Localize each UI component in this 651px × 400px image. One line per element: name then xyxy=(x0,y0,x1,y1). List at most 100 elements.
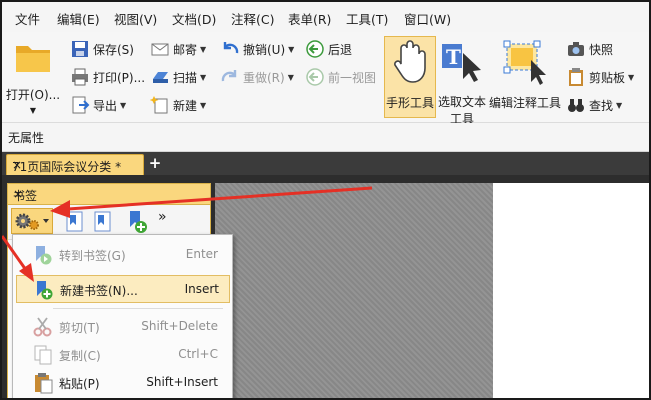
paste-icon xyxy=(35,373,53,394)
properties-bar: 无属性 xyxy=(2,123,649,152)
save-button[interactable]: 保存(S) xyxy=(70,39,134,59)
export-button[interactable]: 导出 ▼ xyxy=(70,95,126,115)
edit-annotation-tool-button[interactable]: 编辑注释工具 xyxy=(488,36,562,116)
bookmark-context-menu: 转到书签(G) Enter 新建书签(N)... Insert 剪切(T) Sh… xyxy=(12,234,233,398)
bookmark-panel-header: 书签 × xyxy=(8,184,210,205)
print-button[interactable]: 打印(P)... xyxy=(70,67,145,87)
export-icon xyxy=(72,96,90,114)
new-label: 新建 xyxy=(173,98,198,113)
menu-view[interactable]: 视图(V) xyxy=(114,9,157,28)
document-tab-strip: 71页国际会议分类 * × + xyxy=(2,152,649,176)
menu-item-label: 新建书签(N)... xyxy=(60,284,138,298)
document-page[interactable] xyxy=(493,183,649,398)
clipboard-label: 剪贴板 xyxy=(589,70,626,85)
clipboard-icon xyxy=(569,68,583,86)
email-label: 邮寄 xyxy=(173,42,198,57)
folder-icon xyxy=(16,46,50,72)
chevron-down-icon: ▼ xyxy=(616,100,623,110)
menu-item-label: 粘贴(P) xyxy=(59,377,100,391)
select-text-tool-button[interactable]: T 选取文本工具 xyxy=(436,36,488,126)
close-icon[interactable]: × xyxy=(13,187,205,201)
menu-form[interactable]: 表单(R) xyxy=(288,9,331,28)
menu-file[interactable]: 文件 xyxy=(15,9,40,28)
document-canvas[interactable] xyxy=(215,183,493,398)
chevron-down-icon: ▼ xyxy=(628,72,635,82)
previous-view-icon xyxy=(306,68,324,86)
snapshot-button[interactable]: 快照 xyxy=(566,39,613,59)
menu-item-label: 剪切(T) xyxy=(59,321,100,335)
export-label: 导出 xyxy=(93,98,118,113)
open-button[interactable]: 打开(O)... ▼ xyxy=(5,38,61,115)
print-label: 打印(P)... xyxy=(93,70,146,85)
snapshot-label: 快照 xyxy=(589,42,614,57)
clipboard-button[interactable]: 剪贴板 ▼ xyxy=(566,67,634,87)
hand-tool-label: 手形工具 xyxy=(385,96,434,110)
new-tab-plus-icon[interactable]: + xyxy=(148,156,162,171)
redo-label: 重做(R) xyxy=(243,70,285,85)
properties-label: 无属性 xyxy=(8,131,45,145)
add-bookmark-icon[interactable] xyxy=(126,209,150,235)
menu-comment[interactable]: 注释(C) xyxy=(231,9,274,28)
copy-icon xyxy=(34,345,52,365)
chevron-down-icon: ▼ xyxy=(200,44,207,54)
menu-edit[interactable]: 编辑(E) xyxy=(57,9,100,28)
menu-item-paste[interactable]: 粘贴(P) Shift+Insert xyxy=(16,369,228,395)
select-text-tool-label: 选取文本工具 xyxy=(437,95,486,126)
save-label: 保存(S) xyxy=(93,42,134,57)
back-button[interactable]: 后退 xyxy=(305,39,352,59)
menu-document[interactable]: 文档(D) xyxy=(172,9,216,28)
menu-item-label: 复制(C) xyxy=(59,349,101,363)
menu-item-cut[interactable]: 剪切(T) Shift+Delete xyxy=(16,313,228,339)
scanner-icon xyxy=(153,72,168,83)
menu-item-shortcut: Insert xyxy=(184,282,219,296)
document-tab[interactable]: 71页国际会议分类 * × xyxy=(6,154,144,176)
back-label: 后退 xyxy=(328,42,353,57)
previous-view-button[interactable]: 前一视图 xyxy=(305,67,376,87)
email-button[interactable]: 邮寄 ▼ xyxy=(150,39,206,59)
find-label: 查找 xyxy=(589,98,614,113)
bookmark-options-button[interactable] xyxy=(11,208,53,234)
scan-label: 扫描 xyxy=(173,70,198,85)
chevron-down-icon: ▼ xyxy=(120,100,127,110)
new-document-icon xyxy=(150,96,168,114)
annotation-select-icon xyxy=(503,40,546,85)
menu-item-shortcut: Shift+Delete xyxy=(141,319,218,333)
menu-item-label: 转到书签(G) xyxy=(59,249,126,263)
undo-button[interactable]: 撤销(U) ▼ xyxy=(220,39,294,59)
bookmark-collapse-icon[interactable] xyxy=(92,210,114,234)
menu-item-copy[interactable]: 复制(C) Ctrl+C xyxy=(16,341,228,367)
menu-item-goto-bookmark[interactable]: 转到书签(G) Enter xyxy=(16,241,228,267)
new-bookmark-icon xyxy=(37,281,53,300)
chevron-down-icon: ▼ xyxy=(200,100,207,110)
envelope-icon xyxy=(151,43,169,56)
menu-separator xyxy=(53,308,223,309)
printer-icon xyxy=(72,68,88,86)
text-cursor-icon: T xyxy=(442,44,481,82)
menu-tools[interactable]: 工具(T) xyxy=(346,9,388,28)
save-icon xyxy=(72,41,88,57)
edit-annotation-tool-label: 编辑注释工具 xyxy=(488,96,561,110)
goto-bookmark-icon xyxy=(36,246,52,265)
menu-item-shortcut: Enter xyxy=(185,247,218,261)
chevron-down-icon: ▼ xyxy=(29,106,37,115)
menu-item-shortcut: Ctrl+C xyxy=(178,347,218,361)
more-options-icon[interactable]: » xyxy=(158,209,167,225)
new-button[interactable]: 新建 ▼ xyxy=(150,95,206,115)
menu-item-new-bookmark[interactable]: 新建书签(N)... Insert xyxy=(16,275,230,303)
chevron-down-icon: ▼ xyxy=(200,72,207,82)
open-label: 打开(O)... xyxy=(5,88,61,102)
chevron-down-icon: ▼ xyxy=(287,72,294,82)
close-icon[interactable]: × xyxy=(12,158,139,172)
hand-tool-button[interactable]: 手形工具 xyxy=(384,36,436,118)
redo-icon xyxy=(221,70,237,82)
menu-window[interactable]: 窗口(W) xyxy=(404,9,451,28)
binoculars-icon xyxy=(568,99,584,112)
bookmark-expand-icon[interactable] xyxy=(64,210,86,234)
chevron-down-icon: ▼ xyxy=(288,44,295,54)
scan-button[interactable]: 扫描 ▼ xyxy=(150,67,206,87)
camera-icon xyxy=(568,42,584,56)
hand-icon xyxy=(394,40,426,83)
redo-button[interactable]: 重做(R) ▼ xyxy=(220,67,294,87)
menu-item-shortcut: Shift+Insert xyxy=(146,375,218,389)
find-button[interactable]: 查找 ▼ xyxy=(566,95,622,115)
